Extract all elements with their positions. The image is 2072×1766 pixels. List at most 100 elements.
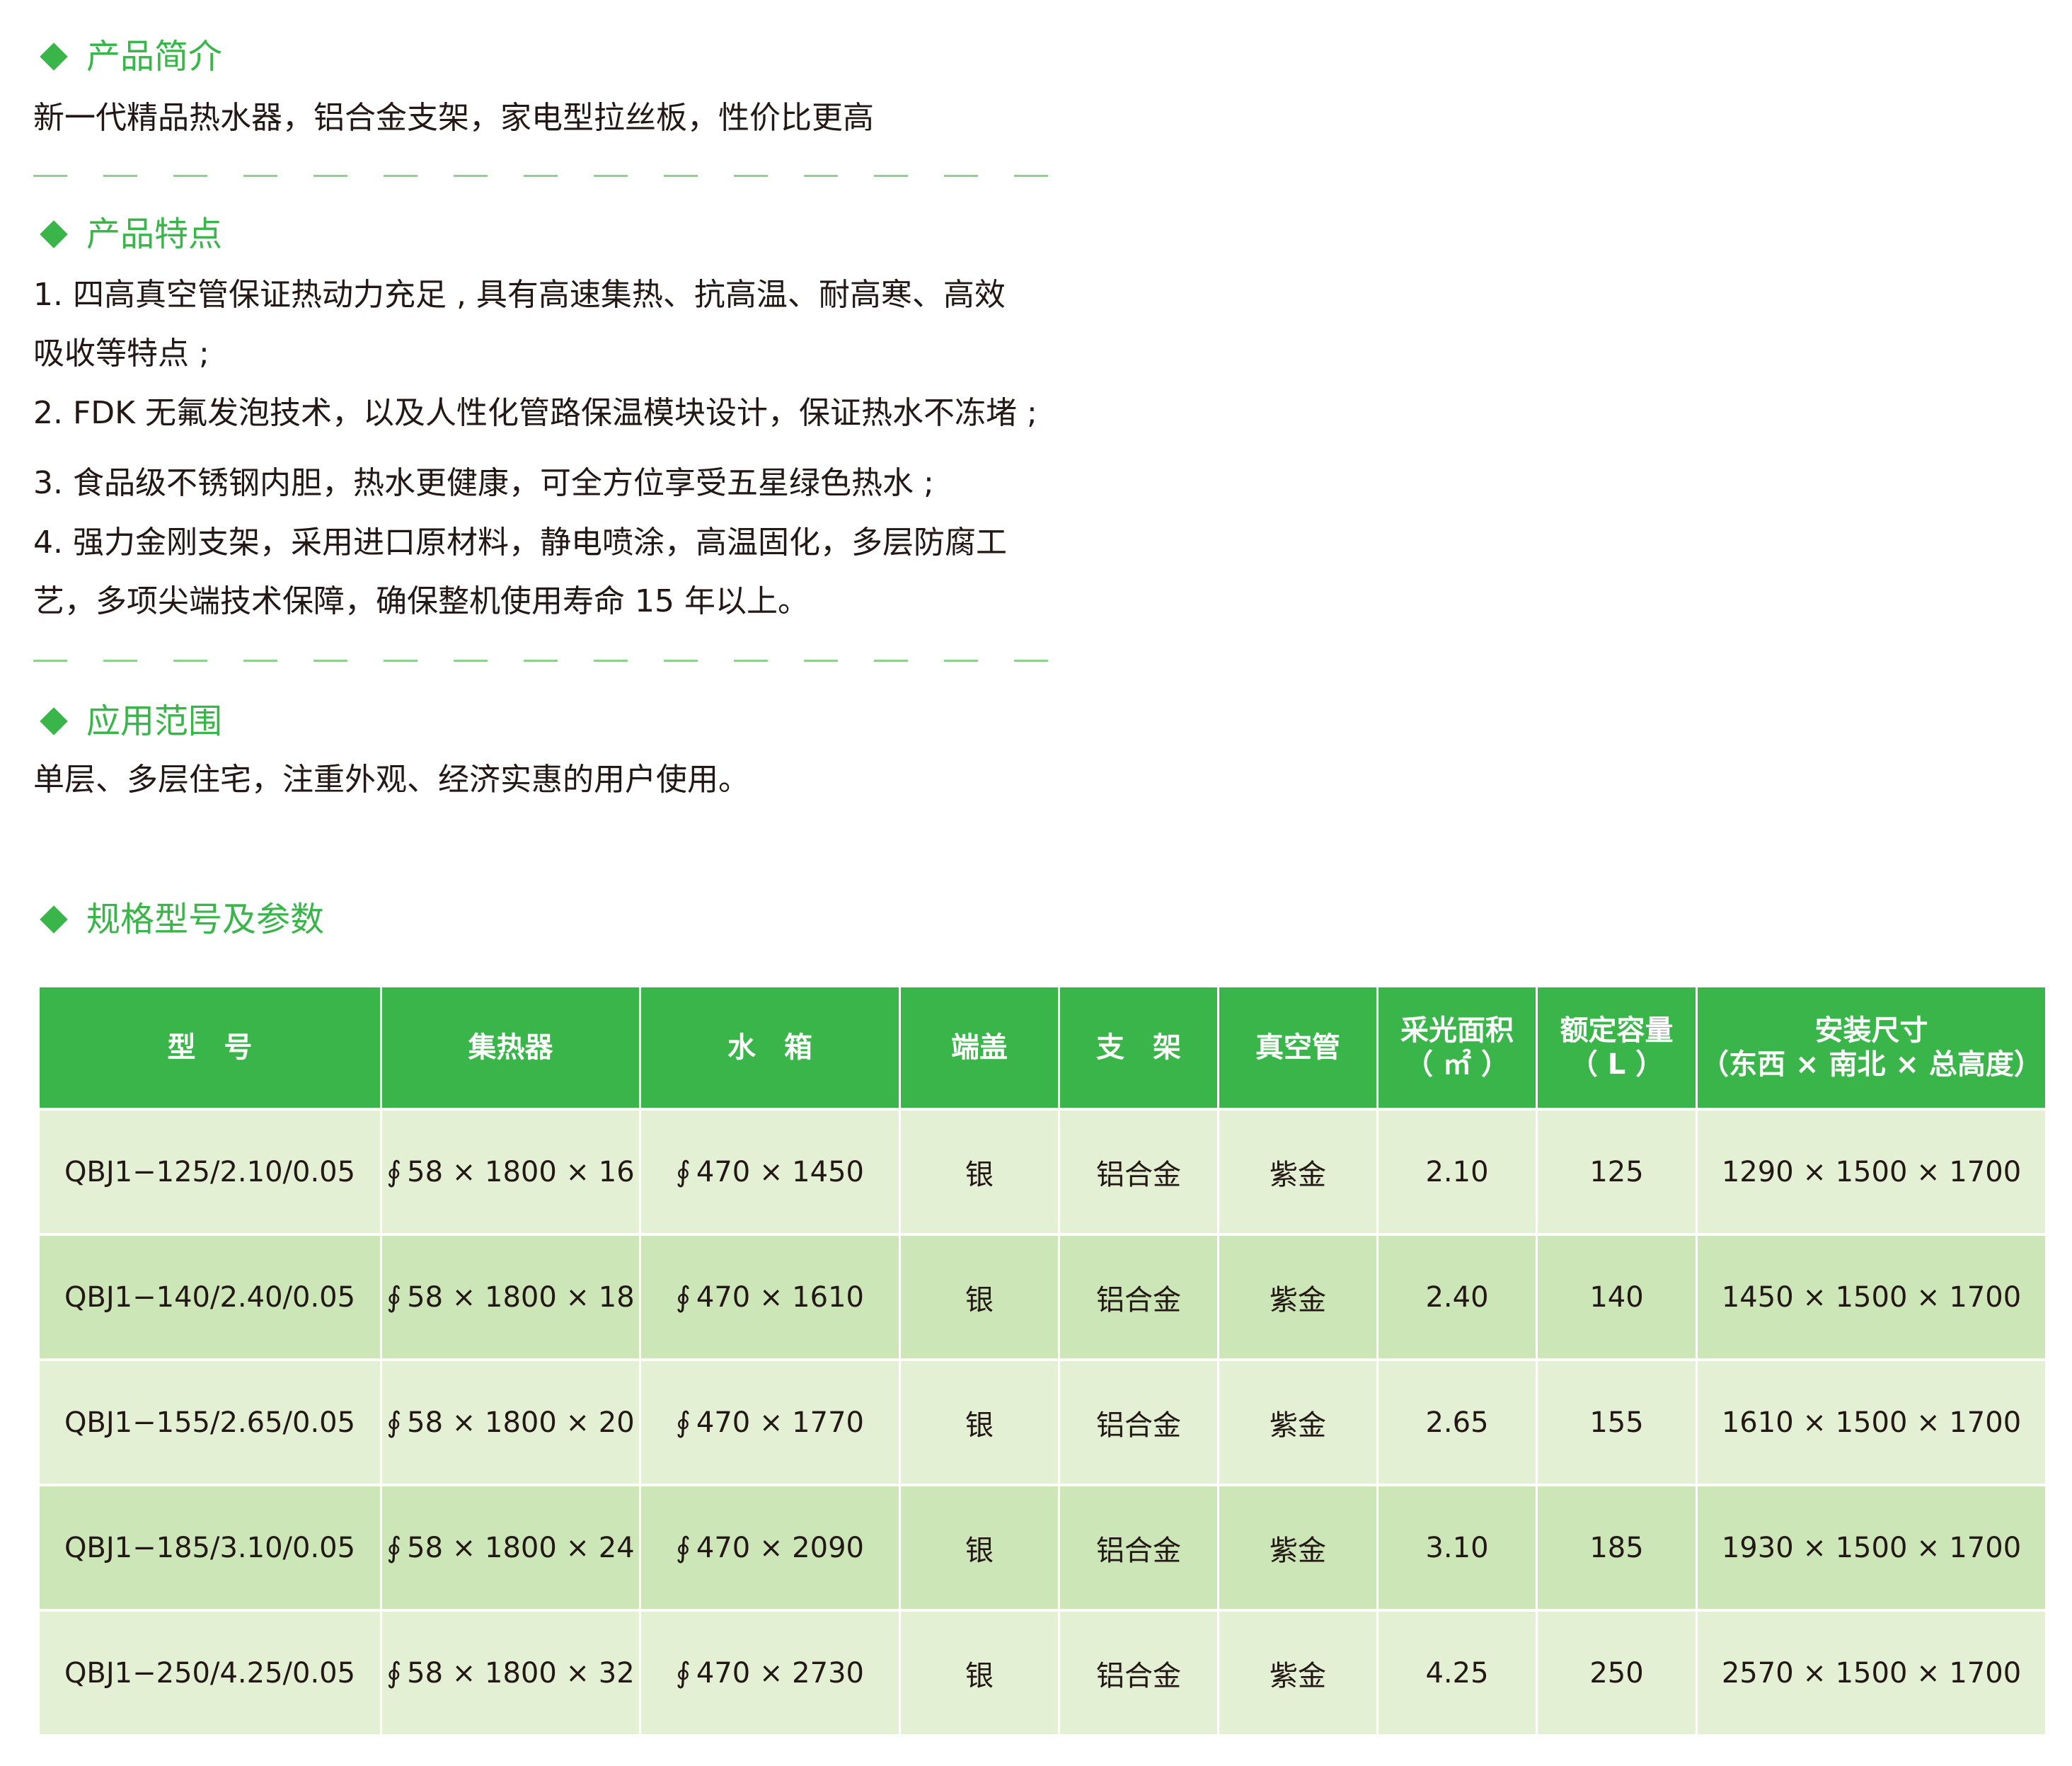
cell-value: 2.65	[1425, 1406, 1489, 1439]
divider-dash	[173, 660, 207, 662]
cell-value: 470 × 1450	[696, 1155, 864, 1188]
diameter-symbol-icon: ∮	[676, 1280, 691, 1314]
cell-model: QBJ1−250/4.25/0.05	[40, 1612, 382, 1737]
cell-value: 2.40	[1425, 1280, 1489, 1314]
diameter-symbol-icon: ∮	[676, 1155, 691, 1188]
section-divider	[33, 660, 1084, 662]
cell-capacity: 185	[1538, 1486, 1698, 1612]
cell-value: 1930 × 1500 × 1700	[1721, 1531, 2022, 1564]
cell-size: 2570 × 1500 × 1700	[1698, 1612, 2045, 1737]
cell-area: 3.10	[1379, 1486, 1538, 1612]
cell-collector: ∮ 58 × 1800 × 32	[382, 1612, 641, 1737]
cell-value: 银	[965, 1534, 994, 1567]
cell-value: 470 × 1770	[696, 1406, 864, 1439]
diameter-symbol-icon: ∮	[386, 1656, 402, 1690]
cell-value: 紫金	[1270, 1283, 1326, 1317]
cell-model: QBJ1−140/2.40/0.05	[40, 1236, 382, 1361]
cell-area: 2.40	[1379, 1236, 1538, 1361]
cell-capacity: 140	[1538, 1236, 1698, 1361]
cell-value: 1450 × 1500 × 1700	[1721, 1280, 2022, 1314]
divider-dash	[874, 175, 908, 177]
divider-dash	[664, 660, 698, 662]
feature-line: 3. 食品级不锈钢内胆，热水更健康，可全方位享受五星绿色热水 ;	[33, 465, 934, 501]
section-title: 产品简介	[86, 37, 223, 76]
cell-value: 紫金	[1270, 1158, 1326, 1191]
cell-value: 470 × 2730	[696, 1656, 864, 1690]
feature-line: 2. FDK 无氟发泡技术，以及人性化管路保温模块设计，保证热水不冻堵 ;	[33, 395, 1037, 431]
table-header-cell: 水 箱	[641, 987, 901, 1111]
cell-value: 银	[965, 1158, 994, 1191]
header-label: 支 架	[1096, 1031, 1181, 1064]
section-divider	[33, 175, 1084, 177]
cell-size: 1450 × 1500 × 1700	[1698, 1236, 2045, 1361]
diamond-bullet-icon	[40, 707, 68, 735]
cell-tube: 紫金	[1219, 1111, 1379, 1236]
divider-dash	[804, 660, 838, 662]
cell-bracket: 铝合金	[1060, 1361, 1219, 1486]
cell-value: 185	[1589, 1531, 1644, 1564]
cell-value: 470 × 1610	[696, 1280, 864, 1314]
divider-dash	[1014, 660, 1048, 662]
spec-table: 型 号集热器水 箱端盖支 架真空管 采光面积（ ㎡ ）额定容量（ L ）安装尺寸（…	[40, 987, 2045, 1737]
cell-value: 铝合金	[1096, 1659, 1181, 1692]
table-header-row: 型 号集热器水 箱端盖支 架真空管 采光面积（ ㎡ ）额定容量（ L ）安装尺寸（…	[40, 987, 2045, 1111]
cell-value: 银	[965, 1409, 994, 1442]
divider-dash	[103, 175, 137, 177]
divider-dash	[734, 175, 768, 177]
cell-size: 1930 × 1500 × 1700	[1698, 1486, 2045, 1612]
cell-tube: 紫金	[1219, 1361, 1379, 1486]
cell-value: 4.25	[1425, 1656, 1489, 1690]
cell-value: QBJ1−250/4.25/0.05	[64, 1656, 356, 1690]
feature-line: 1. 四高真空管保证热动力充足 , 具有高速集热、抗高温、耐高寒、高效	[33, 277, 1006, 313]
divider-dash	[454, 175, 488, 177]
cell-capacity: 155	[1538, 1361, 1698, 1486]
divider-dash	[33, 660, 67, 662]
cell-value: 58 × 1800 × 32	[407, 1656, 635, 1690]
cell-cap: 银	[901, 1361, 1060, 1486]
divider-dash	[874, 660, 908, 662]
cell-bracket: 铝合金	[1060, 1612, 1219, 1737]
table-header-cell: 采光面积（ ㎡ ）	[1379, 987, 1538, 1111]
cell-collector: ∮ 58 × 1800 × 18	[382, 1236, 641, 1361]
table-row: QBJ1−155/2.65/0.05 ∮ 58 × 1800 × 20 ∮ 470 × …	[40, 1361, 2045, 1486]
diameter-symbol-icon: ∮	[386, 1531, 402, 1564]
divider-dash	[313, 660, 347, 662]
cell-tank: ∮ 470 × 1450	[641, 1111, 901, 1236]
divider-dash	[944, 660, 978, 662]
header-label: 采光面积	[1400, 1014, 1514, 1047]
divider-dash	[944, 175, 978, 177]
cell-collector: ∮ 58 × 1800 × 20	[382, 1361, 641, 1486]
header-label: 水 箱	[727, 1031, 812, 1064]
cell-value: 紫金	[1270, 1534, 1326, 1567]
header-sublabel: （东西 × 南北 × 总高度）	[1700, 1048, 2042, 1081]
section-title: 规格型号及参数	[86, 900, 325, 939]
cell-value: 58 × 1800 × 16	[407, 1155, 635, 1188]
cell-tank: ∮ 470 × 1610	[641, 1236, 901, 1361]
divider-dash	[734, 660, 768, 662]
divider-dash	[594, 660, 628, 662]
divider-dash	[103, 660, 137, 662]
scope-text: 单层、多层住宅，注重外观、经济实惠的用户使用。	[33, 762, 749, 798]
divider-dash	[524, 175, 558, 177]
cell-bracket: 铝合金	[1060, 1236, 1219, 1361]
diamond-bullet-icon	[40, 220, 68, 248]
divider-dash	[524, 660, 558, 662]
table-row: QBJ1−185/3.10/0.05 ∮ 58 × 1800 × 24 ∮ 470 × …	[40, 1486, 2045, 1612]
table-header-cell: 真空管	[1219, 987, 1379, 1111]
section-scope-heading: 应用范围	[37, 704, 222, 738]
header-label: 真空管	[1255, 1031, 1340, 1064]
table-row: QBJ1−125/2.10/0.05 ∮ 58 × 1800 × 16 ∮ 470 × …	[40, 1111, 2045, 1236]
table-header-cell: 安装尺寸 （东西 × 南北 × 总高度）	[1698, 987, 2045, 1111]
cell-value: 470 × 2090	[696, 1531, 864, 1564]
cell-model: QBJ1−155/2.65/0.05	[40, 1361, 382, 1486]
cell-value: QBJ1−155/2.65/0.05	[64, 1406, 356, 1439]
cell-value: 铝合金	[1096, 1158, 1181, 1191]
diameter-symbol-icon: ∮	[386, 1155, 402, 1188]
cell-value: 银	[965, 1283, 994, 1317]
diamond-bullet-icon	[40, 42, 68, 71]
cell-tank: ∮ 470 × 2730	[641, 1612, 901, 1737]
cell-value: 铝合金	[1096, 1409, 1181, 1442]
cell-tank: ∮ 470 × 1770	[641, 1361, 901, 1486]
cell-tank: ∮ 470 × 2090	[641, 1486, 901, 1612]
divider-dash	[243, 175, 277, 177]
